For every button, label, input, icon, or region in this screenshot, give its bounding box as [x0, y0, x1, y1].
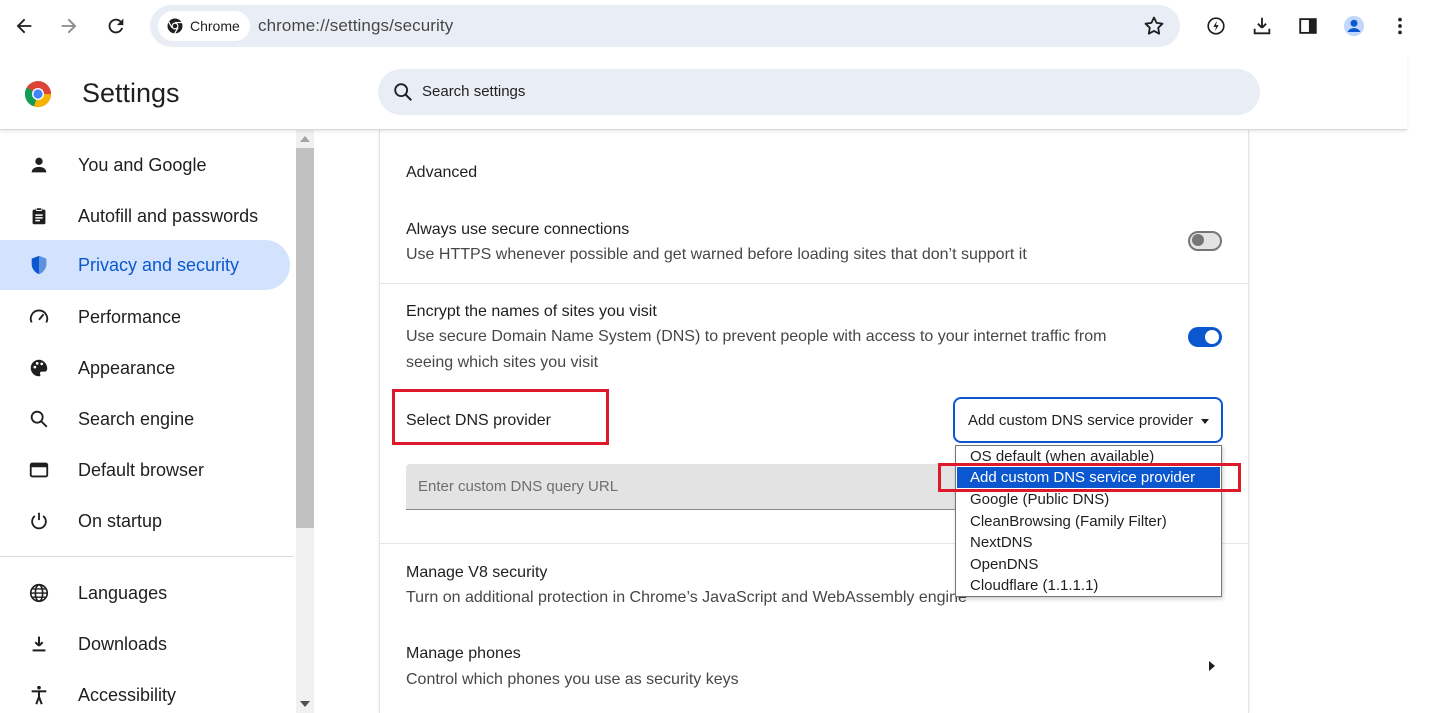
sidebar-item-performance[interactable]: Performance: [0, 292, 290, 342]
more-menu-icon[interactable]: [1384, 10, 1416, 42]
sidebar-item-label: Default browser: [78, 459, 205, 480]
sidebar-item-label: You and Google: [78, 154, 207, 175]
sidebar-divider: [0, 556, 294, 557]
toggle-knob: [1205, 330, 1219, 344]
page-title: Settings: [82, 78, 180, 108]
accessibility-icon: [27, 683, 51, 707]
dns-provider-select[interactable]: Add custom DNS service provider: [953, 397, 1223, 443]
security-settings-card: Advanced Always use secure connections U…: [380, 130, 1248, 713]
v8-security-title[interactable]: Manage V8 security: [406, 564, 547, 582]
secure-connections-subtitle: Use HTTPS whenever possible and get warn…: [406, 246, 1027, 263]
secure-dns-toggle[interactable]: [1188, 327, 1222, 347]
url-text[interactable]: chrome://settings/security: [258, 16, 453, 36]
secure-connections-toggle[interactable]: [1188, 231, 1222, 251]
manage-phones-subtitle: Control which phones you use as security…: [406, 671, 739, 688]
download-icon: [27, 632, 51, 656]
sidebar-scrollbar[interactable]: [296, 130, 314, 713]
scroll-down-arrow-icon[interactable]: [300, 701, 310, 707]
chrome-color-logo-icon: [24, 81, 52, 108]
address-bar[interactable]: Chrome chrome://settings/security: [150, 5, 1180, 47]
bookmark-star-icon[interactable]: [1142, 14, 1166, 38]
dropdown-caret-icon: [1201, 419, 1209, 424]
manage-phones-title[interactable]: Manage phones: [406, 645, 521, 663]
downloads-toolbar-icon[interactable]: [1246, 10, 1278, 42]
sidebar-item-label: Privacy and security: [78, 254, 240, 275]
sidebar-item-languages[interactable]: Languages: [0, 568, 290, 618]
dns-option-cloudflare[interactable]: Cloudflare (1.1.1.1): [957, 575, 1220, 596]
search-icon: [394, 83, 412, 101]
globe-icon: [27, 581, 51, 605]
search-icon: [27, 407, 51, 431]
profile-avatar-icon[interactable]: [1338, 10, 1370, 42]
sidebar-item-autofill[interactable]: Autofill and passwords: [0, 191, 290, 241]
dns-provider-label: Select DNS provider: [406, 412, 551, 429]
dns-option-opendns[interactable]: OpenDNS: [957, 554, 1220, 575]
palette-icon: [27, 356, 51, 380]
sidebar: You and Google Autofill and passwords Pr…: [0, 130, 296, 713]
browser-toolbar: Chrome chrome://settings/security: [0, 0, 1429, 54]
sidebar-item-accessibility[interactable]: Accessibility: [0, 670, 290, 713]
sidebar-item-label: On startup: [78, 510, 163, 531]
speedometer-icon: [27, 305, 51, 329]
extensions-icon[interactable]: [1200, 10, 1232, 42]
sidebar-item-label: Autofill and passwords: [78, 205, 259, 226]
secure-dns-title: Encrypt the names of sites you visit: [406, 303, 657, 320]
scrollbar-thumb[interactable]: [296, 148, 314, 528]
back-arrow-icon[interactable]: [8, 10, 40, 42]
scroll-up-arrow-icon[interactable]: [300, 136, 310, 142]
sidebar-item-label: Appearance: [78, 357, 176, 378]
dns-provider-dropdown-list: OS default (when available) Add custom D…: [955, 445, 1222, 597]
custom-dns-url-field[interactable]: [406, 464, 958, 510]
sidebar-item-privacy-and-security[interactable]: Privacy and security: [0, 240, 290, 290]
site-info-chip[interactable]: Chrome: [158, 11, 250, 41]
search-settings-field[interactable]: Search settings: [378, 69, 1260, 115]
clipboard-icon: [27, 204, 51, 228]
secure-dns-subtitle-line1: Use secure Domain Name System (DNS) to p…: [406, 328, 1107, 345]
dns-option-cleanbrowsing[interactable]: CleanBrowsing (Family Filter): [957, 511, 1220, 532]
section-title-advanced: Advanced: [406, 164, 478, 181]
row-divider: [380, 283, 1248, 284]
shield-icon: [27, 253, 51, 277]
sidebar-item-on-startup[interactable]: On startup: [0, 496, 290, 546]
custom-dns-url-input[interactable]: [406, 464, 958, 509]
sidebar-item-label: Accessibility: [78, 684, 177, 705]
sidebar-item-default-browser[interactable]: Default browser: [0, 445, 290, 495]
sidebar-item-downloads[interactable]: Downloads: [0, 619, 290, 669]
dns-option-os-default[interactable]: OS default (when available): [957, 446, 1220, 467]
dns-option-nextdns[interactable]: NextDNS: [957, 532, 1220, 553]
dns-option-add-custom[interactable]: Add custom DNS service provider: [957, 467, 1220, 488]
sidebar-item-label: Search engine: [78, 408, 195, 429]
secure-dns-subtitle-line2: seeing which sites you visit: [406, 354, 599, 371]
site-chip-label: Chrome: [190, 18, 240, 34]
forward-arrow-icon[interactable]: [53, 10, 85, 42]
reload-icon[interactable]: [100, 10, 132, 42]
power-icon: [27, 509, 51, 533]
browser-window-icon: [27, 458, 51, 482]
sidebar-item-label: Performance: [78, 306, 182, 327]
toggle-knob: [1192, 234, 1204, 246]
sidebar-item-appearance[interactable]: Appearance: [0, 343, 290, 393]
sidebar-item-label: Downloads: [78, 633, 168, 654]
side-panel-icon[interactable]: [1292, 10, 1324, 42]
search-placeholder: Search settings: [422, 83, 526, 100]
sidebar-item-label: Languages: [78, 582, 168, 603]
sidebar-item-search-engine[interactable]: Search engine: [0, 394, 290, 444]
sidebar-item-you-and-google[interactable]: You and Google: [0, 140, 290, 190]
secure-connections-title: Always use secure connections: [406, 221, 630, 238]
settings-header: Settings Search settings: [0, 54, 1407, 130]
person-icon: [27, 153, 51, 177]
chrome-logo-icon: [167, 18, 183, 34]
dns-provider-selected-value: Add custom DNS service provider: [968, 412, 1194, 429]
dns-option-google[interactable]: Google (Public DNS): [957, 489, 1220, 510]
v8-security-subtitle: Turn on additional protection in Chrome’…: [406, 589, 967, 606]
chevron-right-icon[interactable]: [1209, 661, 1215, 671]
